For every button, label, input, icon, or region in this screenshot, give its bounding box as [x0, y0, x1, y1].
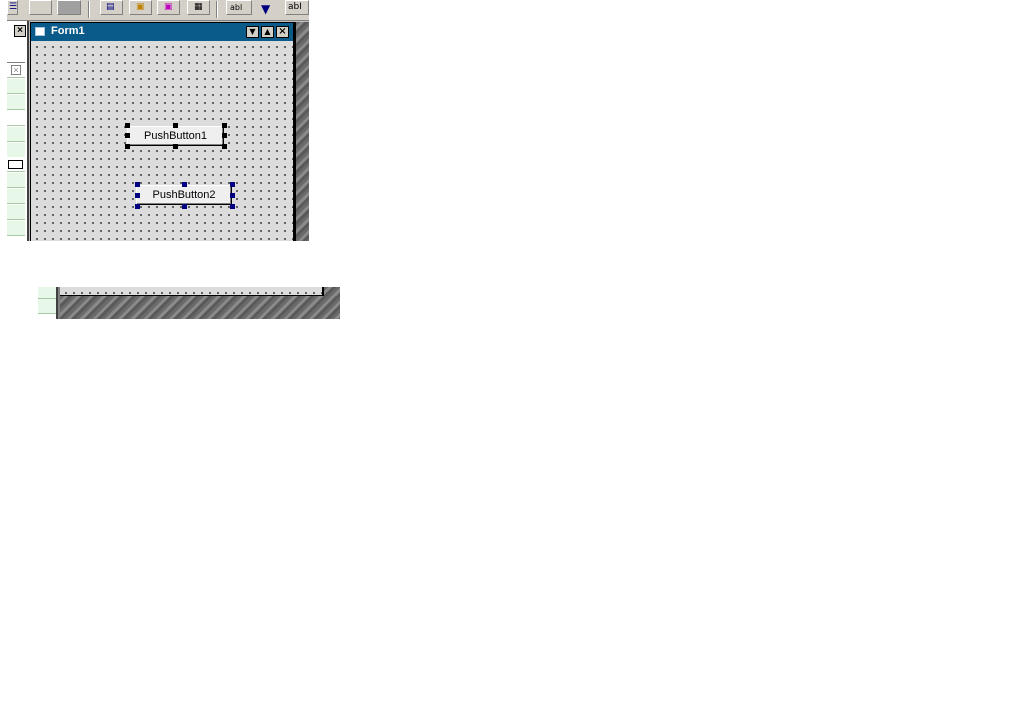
tool-panel-button[interactable] — [57, 0, 81, 15]
resize-handle[interactable] — [230, 182, 235, 187]
resize-handle[interactable] — [173, 123, 178, 128]
resize-handle[interactable] — [135, 182, 140, 187]
palette-row[interactable] — [7, 221, 25, 236]
resize-handle[interactable] — [230, 193, 235, 198]
picture-icon[interactable]: ▣ — [157, 0, 180, 15]
palette-row[interactable] — [7, 111, 25, 126]
resize-handle[interactable] — [135, 193, 140, 198]
close-button[interactable]: × — [276, 26, 289, 38]
label-icon[interactable]: abI — [285, 0, 309, 15]
component-toolbar: ☰ ▤ ▣ ▣ ▦ abl ▼ abI — [7, 0, 309, 21]
push-button-1[interactable]: PushButton1 — [127, 126, 224, 146]
resize-handle[interactable] — [173, 144, 178, 149]
window-menu-icon[interactable] — [35, 27, 45, 36]
workspace-background — [324, 287, 340, 296]
palette-row[interactable] — [7, 173, 25, 188]
resize-handle[interactable] — [222, 144, 227, 149]
palette-row[interactable]: × — [7, 63, 25, 78]
resize-handle[interactable] — [182, 182, 187, 187]
designer-window-crop-bottom — [38, 287, 340, 319]
resize-handle[interactable] — [222, 133, 227, 138]
textfield-icon[interactable]: abl — [226, 0, 252, 15]
palette-row[interactable] — [7, 157, 25, 172]
image-icon[interactable]: ▣ — [129, 0, 152, 15]
grid-icon[interactable]: ▦ — [187, 0, 210, 15]
push-button-2[interactable]: PushButton2 — [136, 185, 232, 205]
palette-row[interactable] — [7, 143, 25, 158]
form-design-canvas-edge[interactable] — [60, 287, 324, 296]
palette-row[interactable] — [7, 44, 25, 63]
textfield-label: abl — [230, 3, 243, 12]
toolbar-separator — [216, 1, 218, 18]
designer-window-crop: ☰ ▤ ▣ ▣ ▦ abl ▼ abI × × Form1 ▼ ▲ × Push… — [7, 0, 309, 241]
palette-close-button[interactable]: × — [14, 25, 26, 37]
form-design-canvas[interactable]: PushButton1 PushButton2 — [31, 41, 293, 241]
form-titlebar[interactable]: Form1 ▼ ▲ × — [31, 23, 293, 41]
toolbar-separator — [88, 1, 90, 18]
resize-handle[interactable] — [182, 204, 187, 209]
field-icon — [8, 160, 23, 169]
resize-handle[interactable] — [125, 123, 130, 128]
palette-row[interactable] — [38, 287, 56, 299]
tool-frame-button[interactable] — [29, 0, 52, 15]
property-palette: × × — [7, 21, 29, 241]
palette-row[interactable] — [38, 299, 56, 314]
palette-row[interactable] — [7, 189, 25, 204]
label-tool-text: abI — [288, 2, 302, 12]
resize-handle[interactable] — [125, 133, 130, 138]
resize-handle[interactable] — [222, 123, 227, 128]
tool-list-icon[interactable]: ☰ — [7, 0, 18, 15]
listbox-icon[interactable]: ▤ — [100, 0, 123, 15]
property-palette — [38, 287, 58, 319]
resize-handle[interactable] — [135, 204, 140, 209]
resize-handle[interactable] — [125, 144, 130, 149]
checkbox-icon: × — [11, 65, 21, 75]
palette-row[interactable] — [7, 127, 25, 142]
workspace-background — [294, 22, 309, 241]
workspace-background — [60, 296, 340, 319]
dropdown-icon[interactable]: ▼ — [256, 0, 280, 15]
dropdown-button[interactable]: ▼ — [246, 26, 259, 38]
maximize-button[interactable]: ▲ — [261, 26, 274, 38]
palette-row[interactable] — [7, 95, 25, 110]
form-title: Form1 — [51, 25, 85, 37]
form-window: Form1 ▼ ▲ × PushButton1 PushButton2 — [30, 22, 294, 241]
palette-row[interactable] — [7, 79, 25, 94]
palette-row[interactable] — [7, 205, 25, 220]
resize-handle[interactable] — [230, 204, 235, 209]
